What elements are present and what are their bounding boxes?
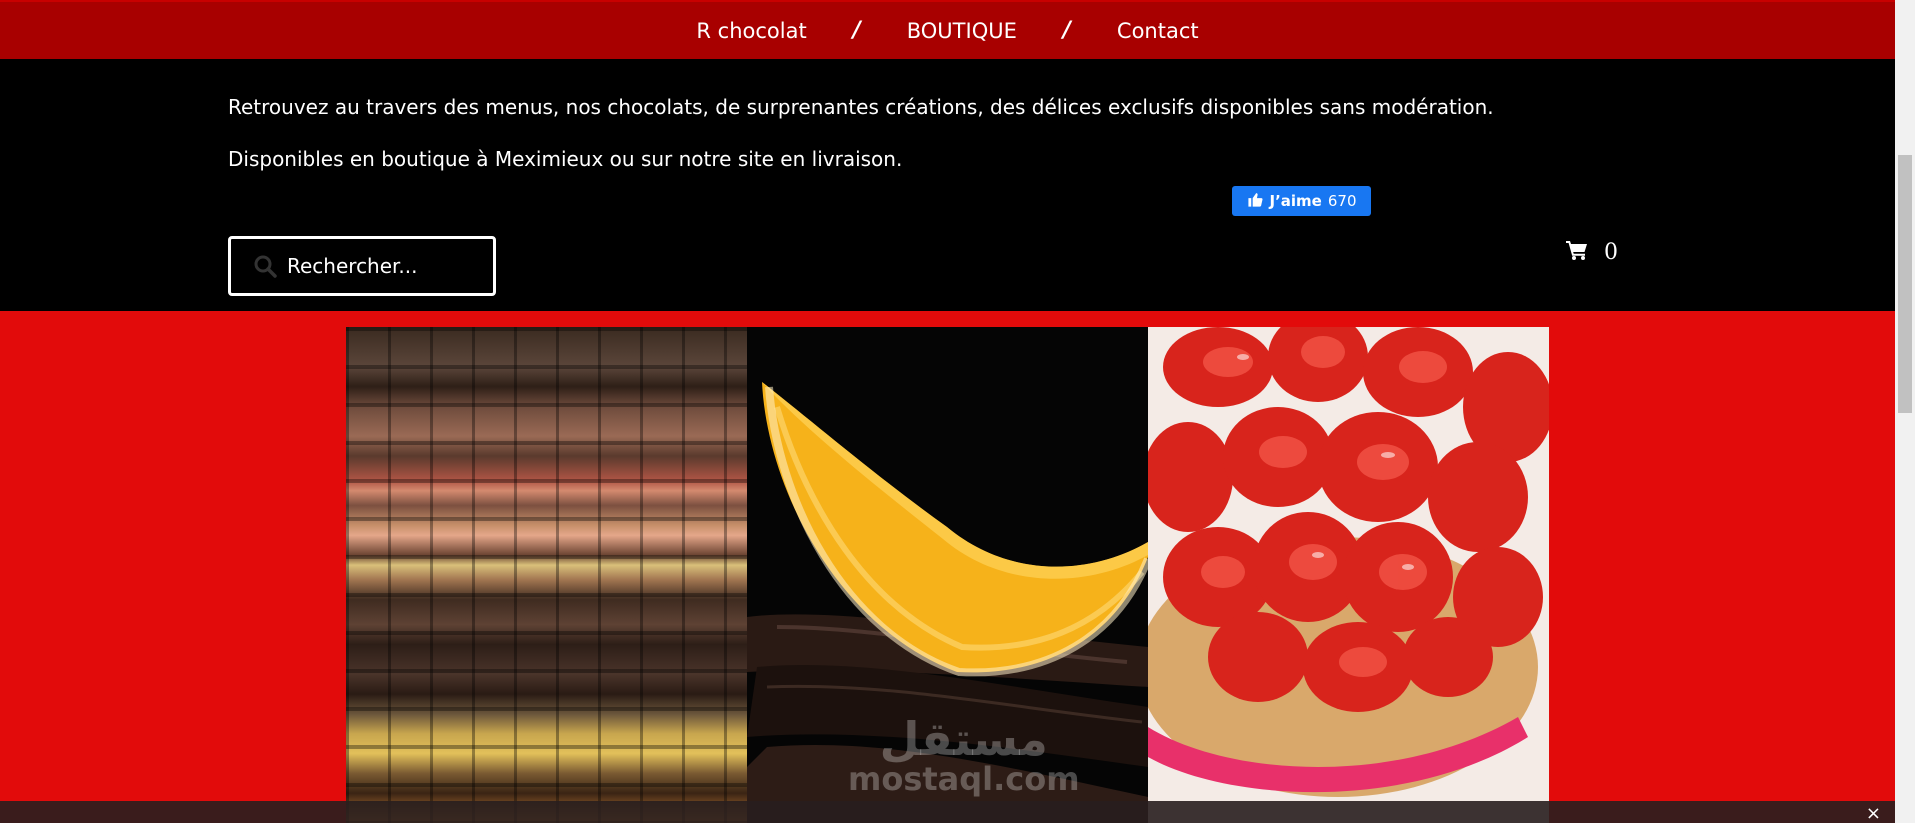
nav-link-contact[interactable]: Contact (1105, 19, 1211, 43)
header-section: Retrouvez au travers des menus, nos choc… (0, 59, 1895, 311)
bottom-overlay-bar: × (0, 801, 1895, 823)
cart-count: 0 (1604, 239, 1618, 265)
image-gallery (346, 327, 1550, 823)
facebook-like-button[interactable]: J’aime 670 (1232, 186, 1371, 216)
facebook-like-label: J’aime (1269, 192, 1322, 210)
nav-separator: / (852, 18, 861, 43)
search-box (228, 236, 496, 296)
facebook-like-count: 670 (1327, 192, 1357, 210)
nav-link-r-chocolat[interactable]: R chocolat (684, 19, 818, 43)
page: R chocolat / BOUTIQUE / Contact Retrouve… (0, 0, 1895, 823)
search-input[interactable] (287, 254, 487, 278)
strawberry-tart-image[interactable] (1148, 327, 1549, 823)
vertical-scrollbar[interactable] (1895, 0, 1915, 823)
nav-link-boutique[interactable]: BOUTIQUE (895, 19, 1029, 43)
shopping-cart-icon (1566, 240, 1588, 264)
orange-chocolate-image[interactable] (747, 327, 1148, 823)
close-icon[interactable]: × (1866, 803, 1881, 823)
content-section (0, 311, 1895, 823)
scrollbar-thumb[interactable] (1898, 155, 1912, 413)
thumbs-up-icon (1247, 191, 1264, 212)
top-navigation: R chocolat / BOUTIQUE / Contact (0, 0, 1895, 59)
cart-button[interactable]: 0 (1566, 237, 1618, 267)
search-icon[interactable] (243, 239, 287, 293)
intro-text: Retrouvez au travers des menus, nos choc… (228, 95, 1494, 171)
nav-separator: / (1062, 18, 1071, 43)
chocolates-image[interactable] (346, 327, 747, 823)
